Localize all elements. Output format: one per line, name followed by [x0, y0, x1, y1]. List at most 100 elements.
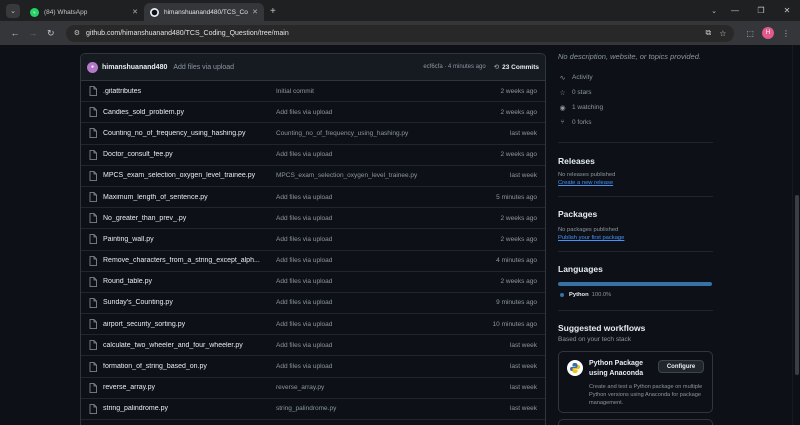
- table-row[interactable]: Doctor_consult_fee.py Add files via uploa…: [81, 145, 545, 166]
- meta-forks[interactable]: ⑂ 0 forks: [558, 115, 718, 130]
- table-row[interactable]: .gitattributes Initial commit 2 weeks ago: [81, 81, 545, 103]
- file-commit-date: 2 weeks ago: [500, 108, 538, 116]
- meta-stars[interactable]: ☆ 0 stars: [558, 85, 718, 100]
- file-name-link[interactable]: Round_table.py: [103, 278, 270, 285]
- file-commit-message[interactable]: Add files via upload: [270, 321, 447, 328]
- file-name-link[interactable]: .gitattributes: [103, 88, 270, 95]
- table-row[interactable]: Remove_characters_from_a_string_except_a…: [81, 251, 545, 272]
- file-name-link[interactable]: Counting_no_of_frequency_using_hashing.p…: [103, 130, 270, 137]
- file-name-link[interactable]: MPCS_exam_selection_oxygen_level_trainee…: [103, 172, 270, 179]
- file-commit-message[interactable]: Add files via upload: [270, 342, 447, 349]
- table-row[interactable]: calculate_two_wheeler_and_four_wheeler.p…: [81, 335, 545, 357]
- tab-github[interactable]: himanshuanand480/TCS_Coding_Question ✕: [144, 3, 264, 21]
- site-info-icon[interactable]: ⚙: [74, 29, 80, 37]
- file-icon: [89, 255, 97, 266]
- table-row[interactable]: airport_security_sorting.py Add files via…: [81, 314, 545, 336]
- file-name-link[interactable]: Remove_characters_from_a_string_except_a…: [103, 257, 270, 264]
- table-row[interactable]: formation_of_string_based_on.py Add files…: [81, 356, 545, 378]
- releases-title[interactable]: Releases: [558, 156, 718, 166]
- configure-button[interactable]: Configure: [658, 360, 704, 373]
- file-name-link[interactable]: reverse_array.py: [103, 384, 270, 391]
- file-commit-message[interactable]: reverse_array.py: [270, 384, 447, 391]
- tab-whatsapp[interactable]: (84) WhatsApp ✕: [24, 3, 144, 21]
- file-commit-message[interactable]: Add files via upload: [270, 215, 447, 222]
- workflows-title: Suggested workflows: [558, 323, 646, 333]
- file-commit-date: 2 weeks ago: [500, 87, 538, 95]
- file-name-link[interactable]: Candies_sold_problem.py: [103, 109, 270, 116]
- file-commit-message[interactable]: Initial commit: [270, 88, 447, 95]
- file-commit-message[interactable]: Counting_no_of_frequency_using_hashing.p…: [270, 130, 447, 137]
- forward-icon[interactable]: →: [24, 28, 42, 38]
- file-name-link[interactable]: calculate_two_wheeler_and_four_wheeler.p…: [103, 342, 270, 349]
- file-name-link[interactable]: Maximum_length_of_sentence.py: [103, 194, 270, 201]
- file-name-link[interactable]: Doctor_consult_fee.py: [103, 151, 270, 158]
- meta-watching[interactable]: ◉ 1 watching: [558, 100, 718, 115]
- close-icon[interactable]: ✕: [132, 8, 138, 16]
- eye-icon: ◉: [559, 104, 566, 112]
- language-item-python[interactable]: Python 100.0%: [560, 292, 718, 298]
- table-row[interactable]: Sunday's_Counting.py Add files via upload…: [81, 293, 545, 315]
- file-commit-date: last week: [509, 363, 537, 371]
- file-commit-message[interactable]: Add files via upload: [270, 151, 447, 158]
- page-scrollbar[interactable]: [792, 45, 800, 425]
- file-list: ● himanshuanand480 Add files via upload …: [80, 53, 546, 425]
- table-row[interactable]: Counting_no_of_frequency_using_hashing.p…: [81, 123, 545, 145]
- close-icon[interactable]: ✕: [252, 8, 258, 16]
- restore-icon[interactable]: ❐: [748, 6, 774, 15]
- table-row[interactable]: string_palindrome.py string_palindrome.py…: [81, 399, 545, 420]
- publish-package-link[interactable]: Publish your first package: [558, 235, 718, 241]
- file-commit-message[interactable]: Add files via upload: [270, 257, 447, 264]
- file-commit-message[interactable]: MPCS_exam_selection_oxygen_level_trainee…: [270, 172, 447, 179]
- profile-avatar[interactable]: H: [761, 27, 774, 39]
- file-commit-message[interactable]: Add files via upload: [270, 236, 447, 243]
- file-name-link[interactable]: string_palindrome.py: [103, 405, 270, 412]
- file-commit-message[interactable]: Add files via upload: [270, 363, 447, 370]
- table-row[interactable]: Round_table.py Add files via upload 2 week…: [81, 272, 545, 293]
- file-name-link[interactable]: formation_of_string_based_on.py: [103, 363, 270, 370]
- language-name: Python: [569, 292, 589, 298]
- table-row[interactable]: Painting_wall.py Add files via upload 2 we…: [81, 229, 545, 251]
- file-name-link[interactable]: Painting_wall.py: [103, 236, 270, 243]
- chevron-down-icon[interactable]: ⌄: [706, 7, 722, 15]
- file-name-link[interactable]: No_greater_than_prev_.py: [103, 215, 270, 222]
- file-name-link[interactable]: Sunday's_Counting.py: [103, 299, 270, 306]
- extensions-icon[interactable]: ⬚: [746, 29, 754, 38]
- file-commit-message[interactable]: string_palindrome.py: [270, 405, 447, 412]
- table-row[interactable]: Candies_sold_problem.py Add files via upl…: [81, 102, 545, 124]
- close-window-icon[interactable]: ✕: [774, 6, 800, 15]
- table-row[interactable]: Maximum_length_of_sentence.py Add files v…: [81, 187, 545, 209]
- minimize-icon[interactable]: —: [722, 6, 748, 15]
- packages-title[interactable]: Packages: [558, 209, 718, 219]
- install-app-icon[interactable]: ⧉: [706, 28, 712, 38]
- bookmark-star-icon[interactable]: ☆: [719, 29, 726, 38]
- file-commit-date: 2 weeks ago: [500, 214, 538, 222]
- back-icon[interactable]: ←: [6, 28, 24, 38]
- table-row[interactable]: reverse_array.py reverse_array.py last wee…: [81, 378, 545, 399]
- file-commit-message[interactable]: Add files via upload: [270, 299, 447, 306]
- avatar[interactable]: ●: [87, 61, 98, 73]
- file-name-link[interactable]: airport_security_sorting.py: [103, 321, 270, 328]
- file-commit-date: last week: [509, 341, 537, 349]
- meta-activity[interactable]: ∿ Activity: [558, 70, 718, 85]
- commit-message[interactable]: Add files via upload: [173, 64, 423, 71]
- commit-author[interactable]: himanshuanand480: [102, 64, 167, 71]
- file-icon: [89, 213, 97, 224]
- tab-search-button[interactable]: ⌄: [6, 4, 20, 18]
- file-commit-message[interactable]: Add files via upload: [270, 194, 447, 201]
- window-controls: ⌄ — ❐ ✕: [706, 0, 800, 21]
- table-row[interactable]: MPCS_exam_selection_oxygen_level_trainee…: [81, 166, 545, 187]
- commit-sha-time[interactable]: ecf6cfa · 4 minutes ago: [423, 64, 485, 70]
- file-commit-message[interactable]: Add files via upload: [270, 109, 447, 116]
- workflows-subtitle: Based on your tech stack: [558, 336, 631, 343]
- file-commit-message[interactable]: Add files via upload: [270, 278, 447, 285]
- address-bar[interactable]: ⚙ github.com/himanshuanand480/TCS_Coding…: [65, 24, 735, 42]
- commits-link[interactable]: ⟲ 23 Commits: [494, 63, 539, 72]
- create-release-link[interactable]: Create a new release: [558, 180, 718, 186]
- table-row[interactable]: No_greater_than_prev_.py Add files via up…: [81, 208, 545, 230]
- menu-icon[interactable]: ⋮: [782, 29, 790, 38]
- scrollbar-thumb[interactable]: [795, 195, 799, 375]
- file-commit-date: last week: [509, 405, 537, 413]
- meta-label: 1 watching: [572, 104, 604, 111]
- new-tab-button[interactable]: +: [270, 6, 276, 17]
- reload-icon[interactable]: ↻: [42, 28, 60, 39]
